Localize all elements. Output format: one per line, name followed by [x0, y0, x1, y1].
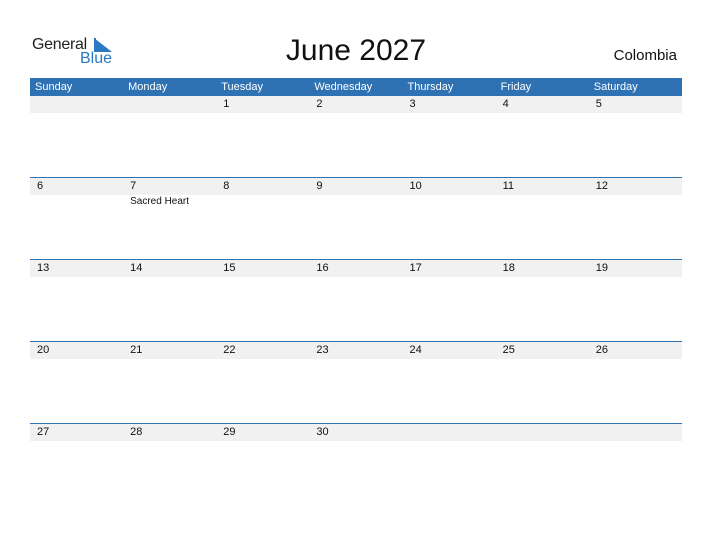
day-event — [309, 195, 402, 209]
day-number: 16 — [316, 262, 329, 274]
date-row: 27 28 29 30 — [30, 424, 682, 441]
week-row: 27 28 29 30 — [30, 423, 682, 505]
date-row: 20 21 22 23 24 25 26 — [30, 342, 682, 359]
day-number: 28 — [130, 426, 143, 438]
day-number: 3 — [409, 98, 416, 110]
day-number: 25 — [502, 344, 515, 356]
day-number — [496, 424, 589, 441]
day-number: 17 — [409, 262, 422, 274]
week-row: 6 7 8 9 10 11 12 Sacred Heart — [30, 177, 682, 259]
day-number — [30, 96, 123, 113]
day-number: 2 — [316, 98, 323, 110]
event-row: Sacred Heart — [30, 195, 682, 209]
day-event — [589, 195, 682, 209]
weekday-friday: Friday — [500, 81, 532, 93]
day-number: 15 — [223, 262, 236, 274]
calendar-title: June 2027 — [285, 34, 427, 67]
date-row: 6 7 8 9 10 11 12 — [30, 178, 682, 195]
week-row: 13 14 15 16 17 18 19 — [30, 259, 682, 341]
day-number: 30 — [316, 426, 329, 438]
weekday-monday: Monday — [128, 81, 168, 93]
weekday-header: Sunday Monday Tuesday Wednesday Thursday… — [30, 78, 682, 96]
day-number: 21 — [130, 344, 143, 356]
date-row: 1 2 3 4 5 — [30, 96, 682, 113]
country-label: Colombia — [613, 47, 677, 64]
day-number: 11 — [502, 180, 515, 192]
weekday-saturday: Saturday — [593, 81, 638, 93]
day-number: 18 — [502, 262, 515, 274]
weeks-container: 1 2 3 4 5 6 7 8 9 10 11 12 Sacred Heart 13 14 15 16 17 18 1… — [30, 96, 682, 505]
day-number: 5 — [595, 98, 602, 110]
day-number: 14 — [130, 262, 143, 274]
day-number: 8 — [223, 180, 230, 192]
day-number: 26 — [595, 344, 608, 356]
day-number: 20 — [37, 344, 50, 356]
week-row: 20 21 22 23 24 25 26 — [30, 341, 682, 423]
day-number: 23 — [316, 344, 329, 356]
day-number: 27 — [37, 426, 50, 438]
day-event: Sacred Heart — [130, 196, 190, 207]
day-number: 19 — [595, 262, 608, 274]
day-number: 7 — [130, 180, 137, 192]
day-number: 4 — [502, 98, 509, 110]
day-number: 1 — [223, 98, 230, 110]
day-event — [496, 195, 589, 209]
weekday-sunday: Sunday — [35, 81, 73, 93]
day-number: 10 — [409, 180, 422, 192]
day-number: 24 — [409, 344, 422, 356]
calendar-grid: Sunday Monday Tuesday Wednesday Thursday… — [30, 78, 682, 505]
day-number: 12 — [595, 180, 608, 192]
day-event — [30, 195, 123, 209]
weekday-tuesday: Tuesday — [221, 81, 264, 93]
day-number: 6 — [37, 180, 44, 192]
weekday-wednesday: Wednesday — [314, 81, 373, 93]
date-row: 13 14 15 16 17 18 19 — [30, 260, 682, 277]
day-number: 13 — [37, 262, 50, 274]
day-number: 22 — [223, 344, 236, 356]
weekday-thursday: Thursday — [407, 81, 454, 93]
day-number: 9 — [316, 180, 323, 192]
day-event — [403, 195, 496, 209]
day-number — [589, 424, 682, 441]
day-number — [123, 96, 216, 113]
day-number: 29 — [223, 426, 236, 438]
week-row: 1 2 3 4 5 — [30, 96, 682, 177]
day-number — [403, 424, 496, 441]
day-event — [216, 195, 309, 209]
